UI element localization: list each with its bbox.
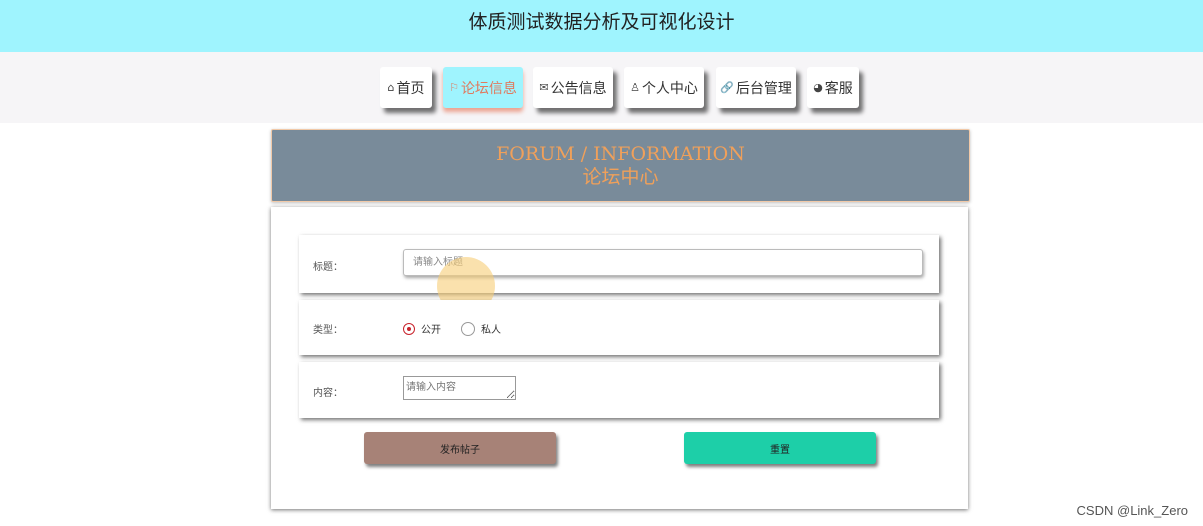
content-textarea[interactable] <box>403 376 516 400</box>
watermark: CSDN @Link_Zero <box>1076 503 1188 518</box>
mail-icon: ✉ <box>539 81 549 94</box>
radio-private-label: 私人 <box>481 325 501 336</box>
nav-service-label: 客服 <box>824 80 853 97</box>
content-row: 内容： <box>299 362 939 418</box>
nav-home-label: 首页 <box>396 80 425 97</box>
nav-admin-label: 后台管理 <box>735 80 792 97</box>
post-form-card: 标题： 类型： 公开 私人 内容： 发布帖子 重置 <box>271 207 968 509</box>
radio-public-circle[interactable] <box>403 322 415 335</box>
title-input[interactable] <box>403 249 923 276</box>
link-icon: 🔗 <box>720 81 734 94</box>
nav-admin[interactable]: 🔗 后台管理 <box>716 67 796 108</box>
radio-public[interactable]: 公开 <box>403 321 441 336</box>
nav-profile[interactable]: ♙ 个人中心 <box>624 67 704 108</box>
chat-icon: ◕ <box>813 81 823 94</box>
forum-banner: FORUM / INFORMATION 论坛中心 <box>271 129 970 202</box>
title-row: 标题： <box>299 235 939 315</box>
banner-title-en: FORUM / INFORMATION <box>496 143 745 165</box>
flag-icon: ⚐ <box>449 81 459 94</box>
title-label: 标题： <box>313 262 343 273</box>
type-row: 类型： 公开 私人 <box>299 300 939 355</box>
banner-title-zh: 论坛中心 <box>582 166 659 188</box>
site-title: 体质测试数据分析及可视化设计 <box>468 10 735 33</box>
nav-profile-label: 个人中心 <box>641 80 698 97</box>
nav-service[interactable]: ◕ 客服 <box>807 67 859 108</box>
nav-notice-label: 公告信息 <box>550 80 607 97</box>
nav-bar: ⌂ 首页 ⚐ 论坛信息 ✉ 公告信息 ♙ 个人中心 🔗 后台管理 ◕ 客服 <box>0 52 1203 123</box>
submit-post-button[interactable]: 发布帖子 <box>364 432 556 464</box>
nav-notice[interactable]: ✉ 公告信息 <box>533 67 613 108</box>
top-header: 体质测试数据分析及可视化设计 <box>0 0 1203 52</box>
content-label: 内容： <box>313 388 343 399</box>
radio-public-label: 公开 <box>421 325 441 336</box>
radio-private-circle[interactable] <box>461 321 475 336</box>
radio-private[interactable]: 私人 <box>461 321 501 336</box>
type-label: 类型： <box>313 325 343 336</box>
nav-home[interactable]: ⌂ 首页 <box>380 67 432 108</box>
home-icon: ⌂ <box>387 81 395 94</box>
user-icon: ♙ <box>630 81 640 94</box>
reset-button[interactable]: 重置 <box>684 432 876 464</box>
nav-forum[interactable]: ⚐ 论坛信息 <box>443 67 523 108</box>
nav-forum-label: 论坛信息 <box>460 80 517 97</box>
